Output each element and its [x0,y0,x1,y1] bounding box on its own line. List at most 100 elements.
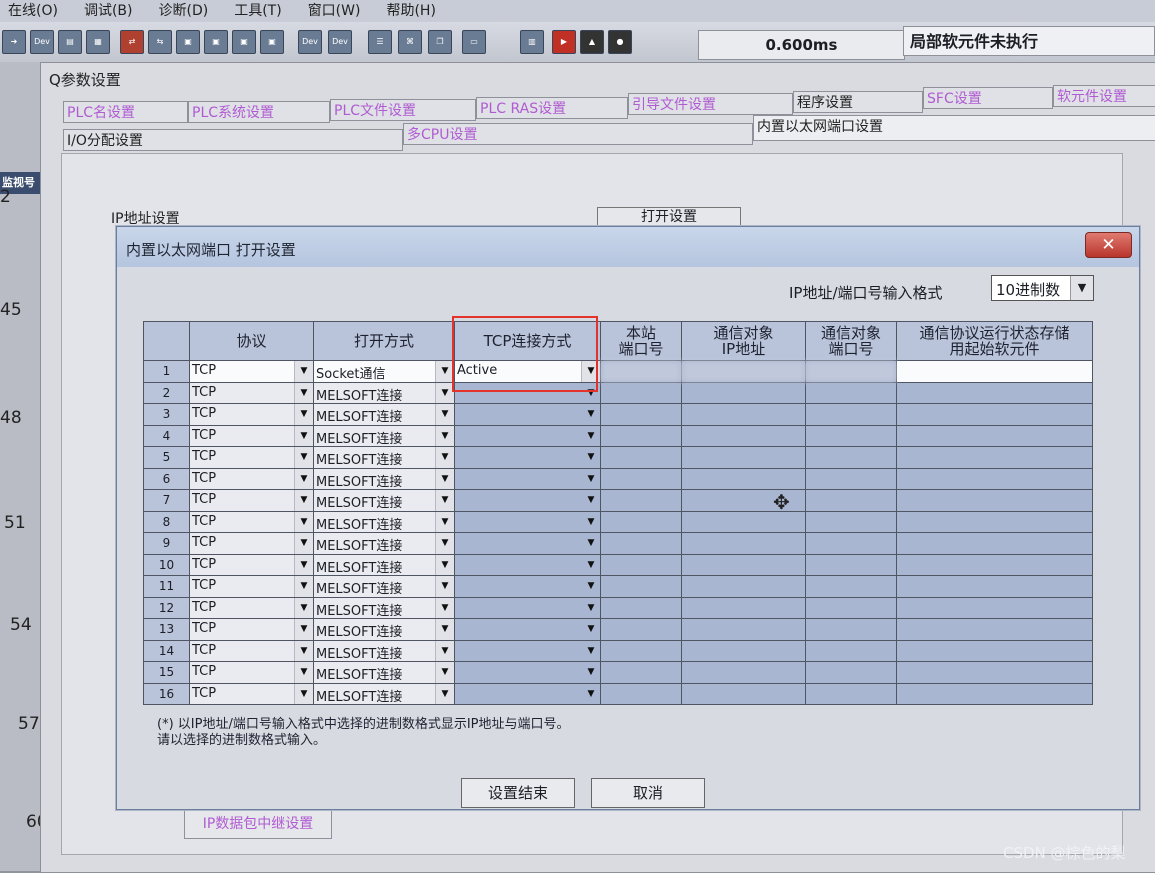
target-ip-cell[interactable] [681,446,806,469]
chevron-down-icon[interactable]: ▼ [294,447,313,468]
chevron-down-icon[interactable]: ▼ [435,447,454,468]
tcp-mode-select[interactable]: ▼ [454,553,601,576]
chevron-down-icon[interactable]: ▼ [294,576,313,597]
protocol-select[interactable]: TCP ▼ [189,682,314,705]
tcp-mode-select[interactable]: ▼ [454,403,601,426]
status-device-cell[interactable] [896,639,1093,662]
local-port-cell[interactable] [600,639,682,662]
status-device-cell[interactable] [896,489,1093,512]
chevron-down-icon[interactable]: ▼ [582,490,600,511]
protocol-select[interactable]: TCP ▼ [189,553,314,576]
status-device-cell[interactable] [896,467,1093,490]
chevron-down-icon[interactable]: ▼ [294,468,313,489]
chevron-down-icon[interactable]: ▼ [294,662,313,683]
protocol-select[interactable]: TCP ▼ [189,403,314,426]
menu-tools[interactable]: 工具(T) [234,0,281,22]
tab-boot-file[interactable]: 引导文件设置 [628,93,793,115]
status-device-cell[interactable] [896,575,1093,598]
menu-debug[interactable]: 调试(B) [84,0,133,22]
protocol-select[interactable]: TCP ▼ [189,618,314,641]
chevron-down-icon[interactable]: ▼ [582,404,600,425]
device-batch-icon[interactable]: Dev [328,30,352,54]
chevron-down-icon[interactable]: ▼ [294,619,313,640]
target-port-cell[interactable] [805,381,897,404]
chevron-down-icon[interactable]: ▼ [582,425,600,446]
tcp-mode-select[interactable]: ▼ [454,489,601,512]
chevron-down-icon[interactable]: ▼ [435,619,454,640]
arrow-icon[interactable]: ➜ [2,30,26,54]
tcp-mode-select[interactable]: ▼ [454,446,601,469]
target-ip-cell[interactable] [681,661,806,684]
local-port-cell[interactable] [600,446,682,469]
local-port-cell[interactable] [600,467,682,490]
ip-packet-relay-button[interactable]: IP数据包中继设置 [184,809,332,839]
protocol-select[interactable]: TCP ▼ [189,489,314,512]
open-method-select[interactable]: MELSOFT连接 ▼ [313,403,455,426]
status-device-cell[interactable] [896,532,1093,555]
chevron-down-icon[interactable]: ▼ [435,404,454,425]
device-icon[interactable]: Dev [30,30,54,54]
chevron-down-icon[interactable]: ▼ [294,511,313,532]
menu-help[interactable]: 帮助(H) [386,0,435,22]
tcp-mode-select[interactable]: ▼ [454,532,601,555]
protocol-select[interactable]: TCP ▼ [189,424,314,447]
menu-online[interactable]: 在线(O) [8,0,58,22]
chevron-down-icon[interactable]: ▼ [582,533,600,554]
tcp-mode-select[interactable]: ▼ [454,682,601,705]
pc-icon[interactable]: ▭ [462,30,486,54]
chevron-down-icon[interactable]: ▼ [435,425,454,446]
local-port-cell[interactable] [600,381,682,404]
tcp-mode-select[interactable]: ▼ [454,618,601,641]
target-ip-cell[interactable] [681,467,806,490]
target-ip-cell[interactable] [681,682,806,705]
tcp-mode-select[interactable]: ▼ [454,424,601,447]
target-ip-cell[interactable] [681,360,806,383]
open-method-select[interactable]: MELSOFT连接 ▼ [313,510,455,533]
target-port-cell[interactable] [805,446,897,469]
target-port-cell[interactable] [805,618,897,641]
transfer2-icon[interactable]: ⇆ [148,30,172,54]
tab-program[interactable]: 程序设置 [793,91,923,113]
protocol-select[interactable]: TCP ▼ [189,467,314,490]
close-button[interactable]: ✕ [1085,232,1132,258]
input-format-select[interactable]: 10进制数 ▼ [991,275,1094,301]
chevron-down-icon[interactable]: ▼ [582,597,600,618]
local-port-cell[interactable] [600,682,682,705]
tab-builtin-ethernet[interactable]: 内置以太网端口设置 [753,115,1155,141]
cancel-button[interactable]: 取消 [591,778,705,808]
target-ip-cell[interactable] [681,510,806,533]
chevron-down-icon[interactable]: ▼ [435,554,454,575]
status-device-cell[interactable] [896,661,1093,684]
tab-plc-file[interactable]: PLC文件设置 [330,99,476,121]
local-port-cell[interactable] [600,424,682,447]
protocol-select[interactable]: TCP ▼ [189,661,314,684]
tcp-mode-select[interactable]: ▼ [454,575,601,598]
target-port-cell[interactable] [805,403,897,426]
remote-icon[interactable]: ▣ [260,30,284,54]
menu-diagnose[interactable]: 诊断(D) [158,0,208,22]
tab-device[interactable]: 软元件设置 [1053,85,1155,107]
target-ip-cell[interactable] [681,639,806,662]
open-method-select[interactable]: MELSOFT连接 ▼ [313,661,455,684]
stop-icon[interactable]: ● [608,30,632,54]
docs-icon[interactable]: ❐ [428,30,452,54]
finish-settings-button[interactable]: 设置结束 [461,778,575,808]
open-method-select[interactable]: MELSOFT连接 ▼ [313,467,455,490]
tcp-mode-select[interactable]: ▼ [454,467,601,490]
tab-plc-ras[interactable]: PLC RAS设置 [476,97,628,119]
chevron-down-icon[interactable]: ▼ [1070,276,1093,300]
status-device-cell[interactable] [896,553,1093,576]
chevron-down-icon[interactable]: ▼ [582,468,600,489]
chevron-down-icon[interactable]: ▼ [582,382,600,403]
protocol-select[interactable]: TCP ▼ [189,360,314,383]
tcp-mode-select[interactable]: Active ▼ [454,360,601,383]
chevron-down-icon[interactable]: ▼ [581,361,600,382]
protocol-select[interactable]: TCP ▼ [189,510,314,533]
target-port-cell[interactable] [805,424,897,447]
chevron-down-icon[interactable]: ▼ [294,597,313,618]
chevron-down-icon[interactable]: ▼ [294,640,313,661]
chevron-down-icon[interactable]: ▼ [294,554,313,575]
status-device-cell[interactable] [896,360,1093,383]
chevron-down-icon[interactable]: ▼ [294,361,313,382]
local-port-cell[interactable] [600,661,682,684]
